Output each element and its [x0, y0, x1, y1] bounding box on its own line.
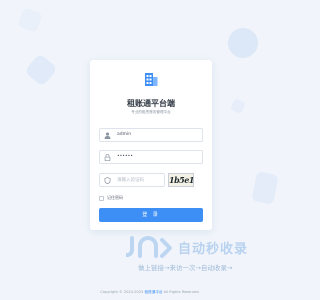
watermark: 自动秒收录 做上链接→来访一次→自动收录→ — [126, 236, 286, 272]
lock-icon — [104, 154, 111, 161]
background-decoration — [251, 171, 279, 205]
background-decoration — [230, 98, 246, 114]
login-button[interactable]: 登 录 — [99, 208, 203, 222]
watermark-title: 自动秒收录 — [178, 242, 249, 257]
password-field[interactable]: •••••• — [99, 150, 203, 164]
background-decoration — [228, 28, 258, 58]
background-decoration — [24, 53, 58, 87]
footer-copyright: Copyright © 2024-2025 租账通平台 All Rights R… — [0, 290, 300, 295]
remember-checkbox[interactable] — [99, 195, 104, 201]
watermark-logo-icon — [126, 236, 172, 258]
building-logo-icon — [145, 73, 158, 86]
footer-suffix: All Rights Reserved. — [163, 290, 200, 294]
footer-prefix: Copyright © 2024-2025 — [100, 290, 144, 294]
background-decoration — [17, 7, 43, 33]
remember-password[interactable]: 记住密码 — [99, 194, 123, 202]
user-icon — [104, 132, 111, 139]
captcha-placeholder: 请输入验证码 — [117, 178, 144, 183]
watermark-subtitle: 做上链接→来访一次→自动收录→ — [138, 264, 233, 272]
remember-label: 记住密码 — [107, 195, 123, 200]
footer-brand-link[interactable]: 租账通平台 — [145, 290, 163, 294]
captcha-image[interactable]: 1b5e1 — [168, 173, 194, 187]
login-card: 租账通平台端 专业的租赁账务管理平台 admin •••••• 请输入验证码 1… — [90, 60, 212, 230]
shield-icon — [104, 177, 111, 184]
password-value: •••••• — [117, 154, 133, 159]
page-subtitle: 专业的租赁账务管理平台 — [131, 110, 171, 114]
username-field[interactable]: admin — [99, 128, 203, 142]
page-title: 租账通平台端 — [127, 99, 175, 108]
username-value: admin — [117, 132, 132, 137]
captcha-field[interactable]: 请输入验证码 — [99, 173, 165, 187]
